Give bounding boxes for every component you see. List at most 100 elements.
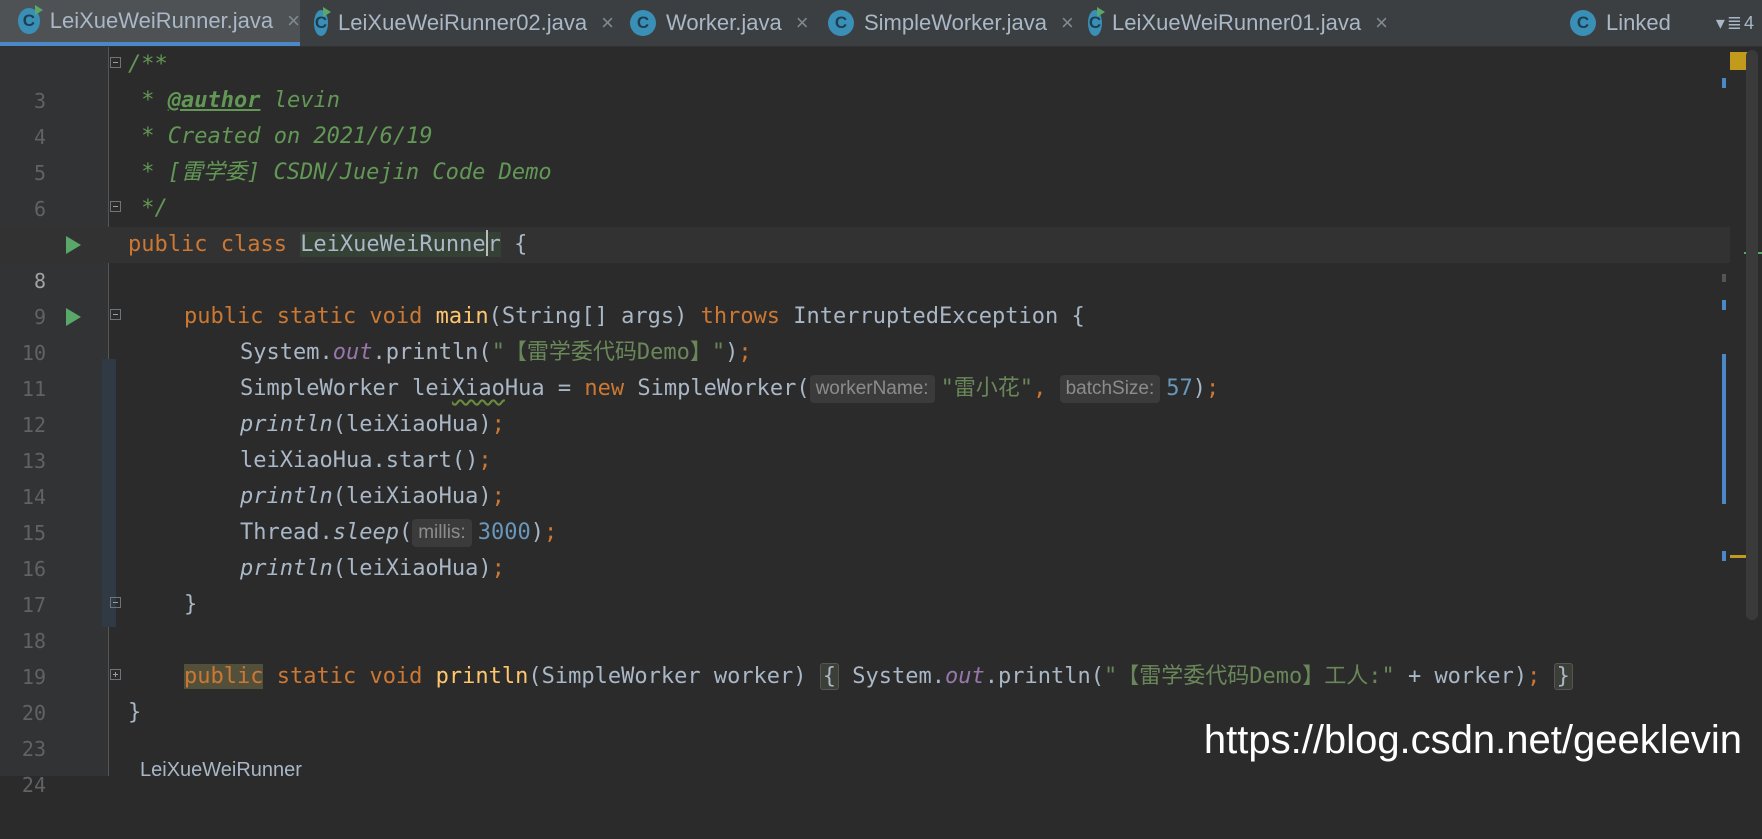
semicolon: ; — [738, 340, 752, 365]
code-text: ) — [1192, 376, 1207, 401]
semicolon: ; — [478, 448, 492, 473]
tab-leixueweirunner02[interactable]: C LeiXueWeiRunner02.java × — [296, 0, 614, 46]
java-class-run-icon: C — [314, 7, 332, 36]
static-field: out — [332, 340, 373, 365]
close-icon[interactable]: × — [1375, 10, 1388, 36]
static-method-call: println — [240, 484, 333, 509]
comment-text: * [雷学委] CSDN/Juejin Code Demo — [128, 160, 552, 185]
code-text: .println( — [372, 340, 492, 365]
code-line: 15 println(leiXiaoHua); — [0, 479, 1730, 545]
parameter-hint: batchSize: — [1059, 375, 1161, 403]
parameter-hint: millis: — [412, 519, 472, 547]
tab-overflow-menu[interactable]: ▾ ≣ 4 — [1716, 0, 1754, 46]
code-line: 20 public static void println(SimpleWork… — [0, 659, 1730, 725]
number-literal: 3000 — [477, 520, 531, 545]
tab-leixueweirunner[interactable]: C LeiXueWeiRunner.java × — [0, 0, 300, 46]
code-text: System. — [240, 340, 333, 365]
fold-toggle-icon[interactable] — [110, 597, 121, 608]
comment-text: levin — [260, 88, 340, 113]
tab-label: Linked — [1606, 10, 1671, 35]
code-text: Hua = — [504, 376, 585, 401]
code-line: 16 Thread.sleep(millis: 3000); — [0, 515, 1730, 581]
java-class-run-icon: C — [18, 5, 43, 34]
semicolon: ; — [491, 412, 505, 437]
hidden-tabs-count: 4 — [1743, 12, 1754, 33]
keyword: public static void — [184, 304, 436, 329]
folded-region[interactable]: } — [1553, 663, 1573, 690]
scroll-marker[interactable] — [1722, 551, 1726, 561]
code-line: 10 public static void main(String[] args… — [0, 299, 1730, 365]
code-text: ) — [530, 520, 544, 545]
java-class-icon: C — [630, 10, 656, 36]
semicolon: ; — [491, 556, 505, 581]
comment-text: * Created on 2021/6/19 — [128, 124, 433, 149]
tab-label: SimpleWorker.java — [864, 10, 1047, 35]
scroll-marker[interactable] — [1722, 78, 1726, 88]
expand-fold-icon[interactable] — [110, 669, 121, 680]
code-line: 3 /** — [0, 47, 1730, 113]
method-name: println — [435, 664, 529, 689]
number-literal: 57 — [1166, 376, 1193, 401]
tab-worker[interactable]: C Worker.java × — [612, 0, 814, 46]
comment-text: /** — [128, 52, 168, 77]
vertical-scrollbar[interactable] — [1746, 50, 1758, 620]
code-line: 14 leiXiaoHua.start(); — [0, 443, 1730, 509]
keyword: public class — [128, 232, 301, 257]
fold-toggle-icon[interactable] — [110, 201, 121, 212]
code-text: + worker) — [1394, 664, 1528, 689]
code-text: SimpleWorker( — [624, 376, 810, 401]
semicolon: ; — [1206, 376, 1220, 401]
chevron-down-icon: ▾ — [1715, 12, 1725, 33]
java-class-icon: C — [828, 10, 854, 36]
breadcrumb[interactable]: LeiXueWeiRunner — [140, 759, 302, 782]
keyword: throws — [700, 304, 781, 329]
code-line: 18 } — [0, 587, 1730, 653]
parameter-hint: workerName: — [809, 375, 935, 403]
code-line-current: 8 public class LeiXueWeiRunner { — [0, 227, 1730, 293]
code-text: ( — [398, 520, 413, 545]
tab-leixueweirunner01[interactable]: C LeiXueWeiRunner01.java × — [1070, 0, 1388, 46]
comment-text: */ — [128, 196, 168, 221]
static-method-call: sleep — [332, 520, 399, 545]
code-text: InterruptedException { — [780, 304, 1085, 329]
scroll-marker[interactable] — [1722, 274, 1726, 282]
watermark-url: https://blog.csdn.net/geeklevin — [1203, 718, 1742, 762]
code-text: (leiXiaoHua) — [332, 412, 492, 437]
scroll-marker[interactable] — [1722, 300, 1726, 310]
static-method-call: println — [240, 412, 333, 437]
static-method-call: println — [240, 556, 333, 581]
tab-linked[interactable]: C Linked — [1552, 0, 1682, 46]
string-literal: "雷小花" — [940, 376, 1034, 401]
tab-simpleworker[interactable]: C SimpleWorker.java × — [810, 0, 1078, 46]
comma: , — [1033, 376, 1060, 401]
static-field: out — [945, 664, 985, 689]
code-line: 13 println(leiXiaoHua); — [0, 407, 1730, 473]
code-editor[interactable]: 3 /** 4 * @author levin 5 * Created on 2… — [0, 47, 1762, 797]
close-icon[interactable]: × — [796, 10, 809, 36]
fold-toggle-icon[interactable] — [110, 57, 121, 68]
code-text: (String[] args) — [488, 304, 701, 329]
code-text: ) — [725, 340, 739, 365]
editor-tab-bar: C LeiXueWeiRunner.java × C LeiXueWeiRunn… — [0, 0, 1762, 47]
string-literal: "【雷学委代码Demo】工人:" — [1103, 664, 1395, 689]
tab-label: LeiXueWeiRunner.java — [49, 8, 274, 33]
scroll-marker[interactable] — [1722, 354, 1726, 504]
java-class-locked-icon: C — [1570, 10, 1596, 36]
string-literal: "【雷学委代码Demo】" — [491, 340, 726, 365]
run-class-icon[interactable] — [66, 236, 81, 254]
code-text: SimpleWorker lei — [240, 376, 452, 401]
code-text: { — [500, 232, 528, 257]
keyword: static void — [263, 664, 436, 689]
fold-toggle-icon[interactable] — [110, 309, 121, 320]
code-text: } — [184, 592, 198, 617]
code-line: 9 — [0, 263, 1730, 329]
line-number: 24 — [21, 773, 46, 797]
java-class-run-icon: C — [1088, 7, 1106, 36]
semicolon: ; — [543, 520, 558, 545]
code-line: 7 */ — [0, 191, 1730, 257]
run-method-icon[interactable] — [66, 308, 81, 326]
code-text: (leiXiaoHua) — [332, 556, 492, 581]
folded-region[interactable]: { — [819, 663, 840, 690]
code-line: 12 SimpleWorker leiXiaoHua = new SimpleW… — [0, 371, 1730, 437]
javadoc-tag: @author — [167, 88, 261, 113]
